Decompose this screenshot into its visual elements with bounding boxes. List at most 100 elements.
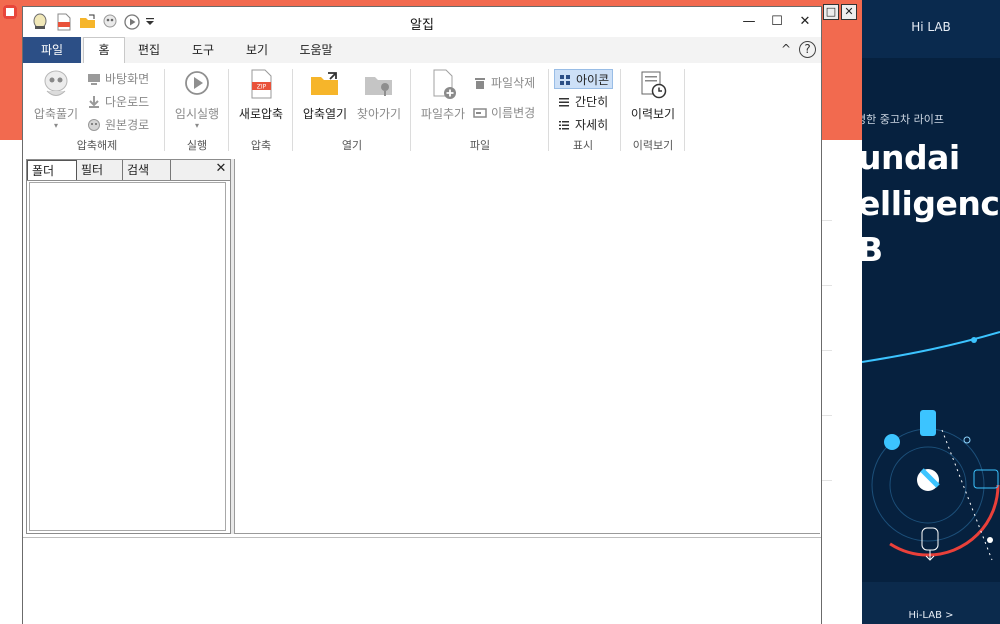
- group-label-run: 실행: [186, 139, 208, 152]
- monitor-icon: [87, 72, 101, 86]
- view-detail-label: 자세히: [575, 118, 609, 132]
- extract-original-path-button[interactable]: 원본경로: [87, 115, 149, 135]
- run-play-icon: [185, 71, 209, 95]
- open-zip-button[interactable]: 압축열기: [296, 67, 354, 122]
- view-detail-button[interactable]: 자세히: [557, 115, 608, 135]
- title-bar[interactable]: 알집 — ☐ ✕: [23, 7, 821, 37]
- group-label-open: 열기: [341, 139, 363, 152]
- minimize-button[interactable]: —: [735, 11, 763, 33]
- history-label: 이력보기: [630, 107, 676, 121]
- new-zip-button[interactable]: ZIP 새로압축: [232, 67, 290, 122]
- panel-tab-search[interactable]: 검색: [123, 160, 171, 180]
- history-button[interactable]: 이력보기: [624, 67, 682, 122]
- ad-title: Hi LAB: [911, 20, 951, 34]
- panel-tab-bar: 폴더 필터 검색 ✕: [27, 160, 230, 181]
- temp-run-button[interactable]: 임시실행 ▾: [168, 67, 226, 130]
- extract-alien-icon: [44, 70, 68, 96]
- side-advertisement[interactable]: Hi LAB 명한 중고차 라이프 undai elligence B Hi-L…: [862, 0, 1000, 624]
- ribbon-tab-bar: 파일 홈 편집 도구 보기 도움말 ^ ?: [23, 37, 821, 64]
- folder-tree[interactable]: [29, 182, 226, 531]
- folder-open-icon[interactable]: [79, 13, 97, 31]
- browse-folder-icon: [365, 77, 392, 96]
- outer-close-button[interactable]: ✕: [841, 4, 857, 20]
- ad-headline-line-2: elligence: [862, 184, 1000, 223]
- group-label-view: 표시: [572, 139, 594, 152]
- group-separator: [228, 69, 229, 151]
- ribbon-home: 압축풀기 ▾ 바탕화면 다운로드 원본경로 압축해제 임시실행 ▾ 실행 ZIP…: [23, 63, 821, 158]
- rename-label: 이름변경: [491, 106, 536, 120]
- delete-file-button[interactable]: 파일삭제: [473, 73, 535, 93]
- trash-icon: [473, 76, 487, 90]
- browser-record-icon: [3, 5, 17, 19]
- grid-view-icon: [558, 73, 572, 87]
- group-separator: [548, 69, 549, 151]
- outer-maximize-button[interactable]: □: [823, 4, 839, 20]
- panel-close-icon[interactable]: ✕: [213, 160, 229, 180]
- view-icons-button[interactable]: 아이콘: [554, 69, 614, 89]
- rename-icon: [473, 106, 487, 120]
- window-title: 알집: [410, 18, 434, 33]
- collapse-ribbon-icon[interactable]: ^: [777, 40, 795, 58]
- maximize-button[interactable]: ☐: [763, 11, 791, 33]
- ad-headline-line-1: undai: [862, 138, 960, 177]
- add-file-button[interactable]: 파일추가: [414, 67, 472, 122]
- desktop-label: 바탕화면: [105, 72, 150, 86]
- temp-run-dropdown-icon[interactable]: ▾: [168, 122, 226, 130]
- help-icon[interactable]: ?: [799, 41, 816, 58]
- original-path-icon: [87, 118, 101, 132]
- main-content: 폴더 필터 검색 ✕: [23, 157, 821, 537]
- browse-button[interactable]: 찾아가기: [350, 67, 408, 122]
- dropdown-arrow-icon[interactable]: [144, 13, 156, 31]
- extract-download-button[interactable]: 다운로드: [87, 92, 149, 112]
- detail-view-icon: [557, 118, 571, 132]
- close-button[interactable]: ✕: [791, 11, 819, 33]
- add-file-label: 파일추가: [420, 107, 466, 121]
- list-view-icon: [557, 95, 571, 109]
- view-simple-label: 간단히: [575, 95, 609, 109]
- new-zip-label: 새로압축: [238, 107, 284, 121]
- tab-view[interactable]: 보기: [235, 37, 279, 63]
- open-zip-label: 압축열기: [302, 107, 348, 121]
- download-label: 다운로드: [105, 95, 150, 109]
- group-label-extract: 압축해제: [76, 139, 118, 152]
- extract-icon[interactable]: [101, 13, 119, 31]
- temp-run-label: 임시실행: [174, 107, 220, 121]
- group-label-compress: 압축: [250, 139, 272, 152]
- group-label-history: 이력보기: [632, 139, 674, 152]
- ad-subtitle: 명한 중고차 라이프: [862, 113, 944, 126]
- extract-dropdown-icon[interactable]: ▾: [29, 122, 83, 130]
- original-path-label: 원본경로: [105, 118, 150, 132]
- group-separator: [410, 69, 411, 151]
- panel-tab-folder[interactable]: 폴더: [27, 160, 77, 180]
- tab-tools[interactable]: 도구: [181, 37, 225, 63]
- alzip-window: 알집 — ☐ ✕ 파일 홈 편집 도구 보기 도움말 ^ ? 압축풀기 ▾ 바탕…: [22, 6, 822, 624]
- open-folder-icon: [311, 72, 338, 95]
- background-divider: [822, 220, 832, 620]
- extract-desktop-button[interactable]: 바탕화면: [87, 69, 149, 89]
- download-icon: [87, 95, 101, 109]
- zip-file-icon[interactable]: [55, 13, 73, 31]
- group-separator: [684, 69, 685, 151]
- tab-help[interactable]: 도움말: [289, 37, 343, 63]
- delete-file-label: 파일삭제: [491, 76, 536, 90]
- history-clock-icon: [641, 71, 667, 99]
- view-simple-button[interactable]: 간단히: [557, 92, 608, 112]
- add-file-icon: [433, 69, 456, 99]
- extract-label: 압축풀기: [33, 107, 79, 121]
- group-separator: [164, 69, 165, 151]
- rename-button[interactable]: 이름변경: [473, 103, 535, 123]
- tab-file[interactable]: 파일: [23, 37, 81, 63]
- browse-label: 찾아가기: [356, 107, 402, 121]
- ad-graphic: [862, 331, 1000, 561]
- ad-headline-line-3: B: [862, 230, 883, 269]
- play-icon[interactable]: [123, 13, 141, 31]
- ad-cta-link[interactable]: Hi-LAB >: [862, 610, 1000, 621]
- group-separator: [292, 69, 293, 151]
- alzip-logo-icon[interactable]: [31, 13, 49, 31]
- tab-edit[interactable]: 편집: [127, 37, 171, 63]
- extract-button[interactable]: 압축풀기 ▾: [29, 67, 83, 130]
- panel-tab-filter[interactable]: 필터: [77, 160, 123, 180]
- tab-home[interactable]: 홈: [83, 37, 125, 64]
- group-separator: [620, 69, 621, 151]
- file-list-view[interactable]: [234, 159, 820, 534]
